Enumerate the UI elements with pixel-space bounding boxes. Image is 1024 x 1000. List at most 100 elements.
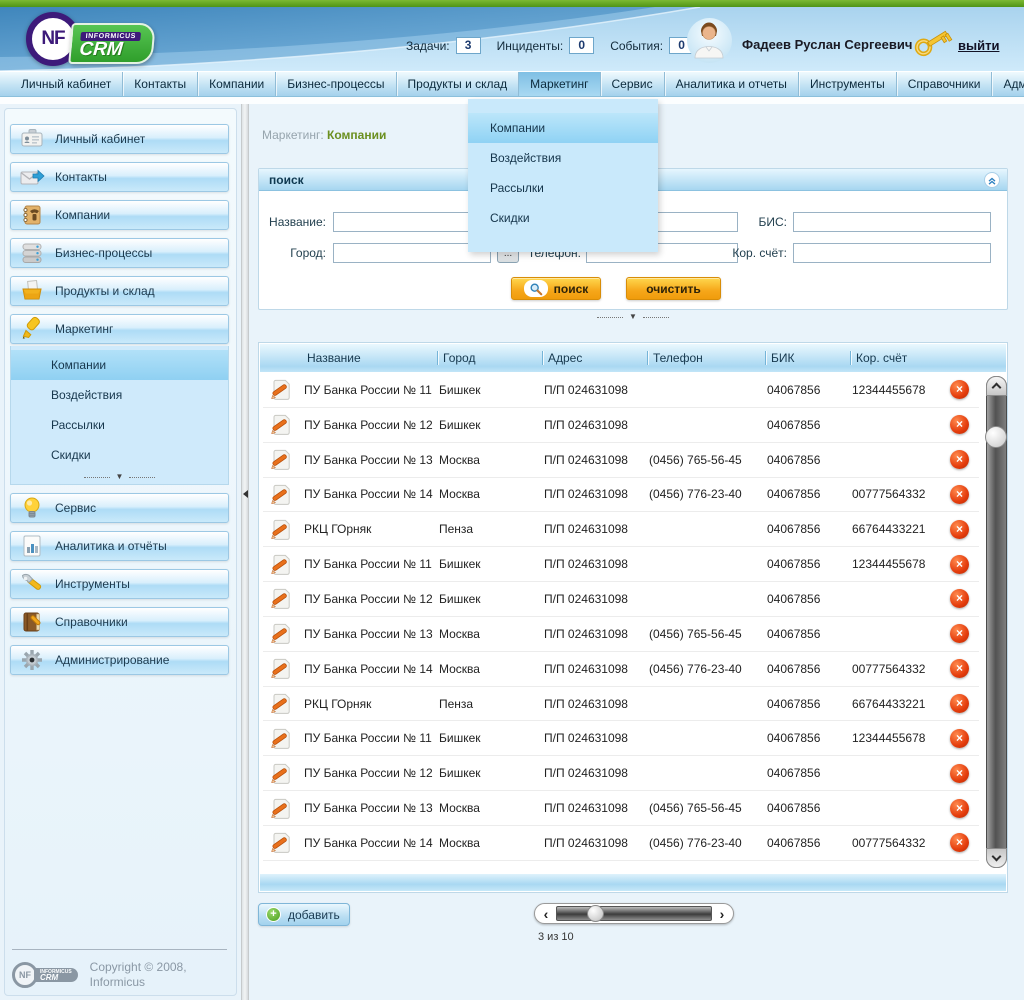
edit-icon[interactable]: [263, 412, 299, 437]
delete-button[interactable]: ×: [950, 694, 969, 713]
sidebar-item[interactable]: Справочники: [10, 607, 229, 637]
edit-icon[interactable]: [263, 796, 299, 821]
edit-icon[interactable]: [263, 621, 299, 646]
slider-thumb[interactable]: [587, 905, 604, 922]
sidebar-item[interactable]: Администрирование: [10, 645, 229, 675]
bis-input[interactable]: [793, 212, 991, 232]
submenu-item[interactable]: Компании: [11, 350, 228, 380]
slider-track[interactable]: [556, 906, 712, 921]
nav-tab-item[interactable]: Аналитика и отчеты: [665, 72, 799, 96]
sidebar-item[interactable]: Компании: [10, 200, 229, 230]
delete-button[interactable]: ×: [950, 659, 969, 678]
sidebar-item[interactable]: Бизнес-процессы: [10, 238, 229, 268]
sidebar-item[interactable]: Контакты: [10, 162, 229, 192]
dropdown-item[interactable]: Скидки: [468, 203, 658, 233]
slider-prev-button[interactable]: ‹: [537, 904, 555, 923]
edit-icon[interactable]: [263, 691, 299, 716]
search-collapse-handle[interactable]: ▼: [258, 310, 1008, 324]
table-row[interactable]: ПУ Банка России № 11 Бишкек П/П 02463109…: [263, 547, 979, 582]
submenu-item[interactable]: Скидки: [11, 440, 228, 470]
submenu-item[interactable]: Воздействия: [11, 380, 228, 410]
column-header-address[interactable]: Адрес: [542, 351, 647, 365]
scroll-up-button[interactable]: [986, 376, 1007, 396]
collapse-panel-button[interactable]: [984, 172, 1000, 188]
sidebar-item[interactable]: Аналитика и отчёты: [10, 531, 229, 561]
table-scrollbar[interactable]: [986, 376, 1007, 868]
nav-tab-item[interactable]: Продукты и склад: [397, 72, 520, 96]
slider-next-button[interactable]: ›: [713, 904, 731, 923]
edit-icon[interactable]: [263, 377, 299, 402]
delete-button[interactable]: ×: [950, 485, 969, 504]
cell-name: ПУ Банка России № 13: [299, 801, 434, 815]
delete-button[interactable]: ×: [950, 589, 969, 608]
table-row[interactable]: ПУ Банка России № 12 Бишкек П/П 02463109…: [263, 756, 979, 791]
edit-icon[interactable]: [263, 586, 299, 611]
scroll-down-button[interactable]: [986, 848, 1007, 868]
edit-icon[interactable]: [263, 761, 299, 786]
edit-icon[interactable]: [263, 482, 299, 507]
dropdown-item[interactable]: Рассылки: [468, 173, 658, 203]
table-row[interactable]: ПУ Банка России № 12 Бишкек П/П 02463109…: [263, 408, 979, 443]
table-row[interactable]: РКЦ ГОрняк Пенза П/П 024631098 04067856 …: [263, 687, 979, 722]
dropdown-item[interactable]: Компании: [468, 113, 658, 143]
delete-button[interactable]: ×: [950, 729, 969, 748]
nav-tab-item[interactable]: Администрирование: [992, 72, 1024, 96]
sidebar-item[interactable]: Маркетинг: [10, 314, 229, 344]
table-row[interactable]: ПУ Банка России № 14 Москва П/П 02463109…: [263, 478, 979, 513]
nav-tab-item[interactable]: Инструменты: [799, 72, 897, 96]
scrollbar-track[interactable]: [986, 376, 1007, 868]
column-header-account[interactable]: Кор. счёт: [850, 351, 1006, 365]
delete-button[interactable]: ×: [950, 833, 969, 852]
column-header-bik[interactable]: БИК: [765, 351, 850, 365]
splitter-collapse-arrow-icon[interactable]: [243, 490, 248, 498]
column-header-name[interactable]: Название: [302, 351, 437, 365]
delete-button[interactable]: ×: [950, 415, 969, 434]
sidebar-item[interactable]: Сервис: [10, 493, 229, 523]
edit-icon[interactable]: [263, 726, 299, 751]
delete-button[interactable]: ×: [950, 555, 969, 574]
table-row[interactable]: ПУ Банка России № 12 Бишкек П/П 02463109…: [263, 582, 979, 617]
table-row[interactable]: ПУ Банка России № 11 Бишкек П/П 02463109…: [263, 373, 979, 408]
account-input[interactable]: [793, 243, 991, 263]
table-row[interactable]: ПУ Банка России № 13 Москва П/П 02463109…: [263, 791, 979, 826]
table-row[interactable]: ПУ Банка России № 13 Москва П/П 02463109…: [263, 443, 979, 478]
nav-tab-item[interactable]: Компании: [198, 72, 276, 96]
edit-icon[interactable]: [263, 447, 299, 472]
scrollbar-thumb[interactable]: [985, 426, 1007, 448]
table-row[interactable]: ПУ Банка России № 14 Москва П/П 02463109…: [263, 652, 979, 687]
sidebar-item[interactable]: Личный кабинет: [10, 124, 229, 154]
search-button[interactable]: поиск: [511, 277, 601, 300]
page-slider[interactable]: ‹ ›: [534, 903, 734, 924]
table-row[interactable]: ПУ Банка России № 14 Москва П/П 02463109…: [263, 826, 979, 861]
edit-icon[interactable]: [263, 830, 299, 855]
nav-tab-item[interactable]: Справочники: [897, 72, 993, 96]
table-row[interactable]: ПУ Банка России № 13 Москва П/П 02463109…: [263, 617, 979, 652]
delete-button[interactable]: ×: [950, 520, 969, 539]
edit-icon[interactable]: [263, 517, 299, 542]
nav-tab-active[interactable]: Маркетинг: [519, 72, 600, 96]
column-header-phone[interactable]: Телефон: [647, 351, 765, 365]
delete-button[interactable]: ×: [950, 624, 969, 643]
edit-icon[interactable]: [263, 656, 299, 681]
delete-button[interactable]: ×: [950, 764, 969, 783]
table-row[interactable]: ПУ Банка России № 11 Бишкек П/П 02463109…: [263, 721, 979, 756]
add-button[interactable]: + добавить: [258, 903, 350, 926]
sidebar-item[interactable]: Продукты и склад: [10, 276, 229, 306]
delete-button[interactable]: ×: [950, 799, 969, 818]
nav-tab-item[interactable]: Личный кабинет: [10, 72, 123, 96]
nav-tab-item[interactable]: Сервис: [601, 72, 665, 96]
submenu-collapse-handle[interactable]: ▼: [11, 470, 228, 484]
nav-tab-item[interactable]: Контакты: [123, 72, 198, 96]
delete-button[interactable]: ×: [950, 450, 969, 469]
table-row[interactable]: РКЦ ГОрняк Пенза П/П 024631098 04067856 …: [263, 512, 979, 547]
sidebar-item[interactable]: Инструменты: [10, 569, 229, 599]
delete-button[interactable]: ×: [950, 380, 969, 399]
sidebar-splitter[interactable]: [241, 104, 249, 1000]
dropdown-item[interactable]: Воздействия: [468, 143, 658, 173]
column-header-city[interactable]: Город: [437, 351, 542, 365]
submenu-item[interactable]: Рассылки: [11, 410, 228, 440]
edit-icon[interactable]: [263, 552, 299, 577]
nav-tab-item[interactable]: Бизнес-процессы: [276, 72, 396, 96]
clear-button[interactable]: очистить: [626, 277, 721, 300]
logout-link[interactable]: выйти: [958, 38, 999, 53]
